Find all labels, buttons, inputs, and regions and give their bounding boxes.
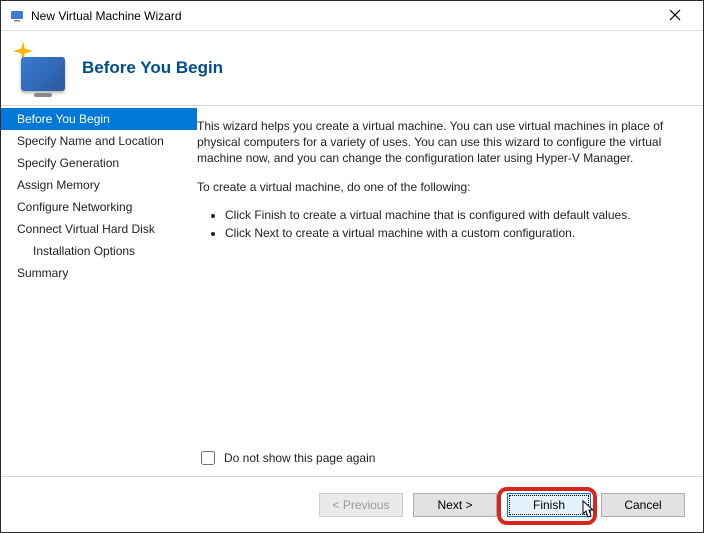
next-button[interactable]: Next > (413, 493, 497, 517)
close-button[interactable] (655, 8, 695, 24)
footer: < Previous Next > Finish Cancel (1, 476, 703, 532)
sidebar-item-configure-networking[interactable]: Configure Networking (1, 196, 197, 218)
sidebar: Before You Begin Specify Name and Locati… (1, 106, 197, 476)
page-heading: Before You Begin (82, 58, 223, 78)
content-area: This wizard helps you create a virtual m… (197, 106, 703, 476)
sidebar-item-summary[interactable]: Summary (1, 262, 197, 284)
option-next: Click Next to create a virtual machine w… (225, 225, 683, 241)
header: Before You Begin (1, 31, 703, 106)
sidebar-item-assign-memory[interactable]: Assign Memory (1, 174, 197, 196)
window-title: New Virtual Machine Wizard (31, 9, 655, 23)
instruction-text: To create a virtual machine, do one of t… (197, 179, 683, 195)
dont-show-again[interactable]: Do not show this page again (197, 448, 375, 468)
app-icon (9, 8, 25, 24)
sidebar-item-installation-options[interactable]: Installation Options (1, 240, 197, 262)
options-list: Click Finish to create a virtual machine… (225, 207, 683, 241)
dont-show-checkbox[interactable] (201, 451, 215, 465)
sidebar-item-specify-generation[interactable]: Specify Generation (1, 152, 197, 174)
sidebar-item-before-you-begin[interactable]: Before You Begin (1, 108, 197, 130)
wizard-window: New Virtual Machine Wizard Before You Be… (0, 0, 704, 533)
finish-button[interactable]: Finish (507, 493, 591, 517)
cancel-button[interactable]: Cancel (601, 493, 685, 517)
titlebar: New Virtual Machine Wizard (1, 1, 703, 31)
intro-text: This wizard helps you create a virtual m… (197, 118, 683, 167)
wizard-logo-icon (13, 41, 68, 96)
sidebar-item-connect-vhd[interactable]: Connect Virtual Hard Disk (1, 218, 197, 240)
previous-button: < Previous (319, 493, 403, 517)
sidebar-item-specify-name-location[interactable]: Specify Name and Location (1, 130, 197, 152)
option-finish: Click Finish to create a virtual machine… (225, 207, 683, 223)
body: Before You Begin Specify Name and Locati… (1, 106, 703, 476)
dont-show-label: Do not show this page again (224, 450, 375, 466)
